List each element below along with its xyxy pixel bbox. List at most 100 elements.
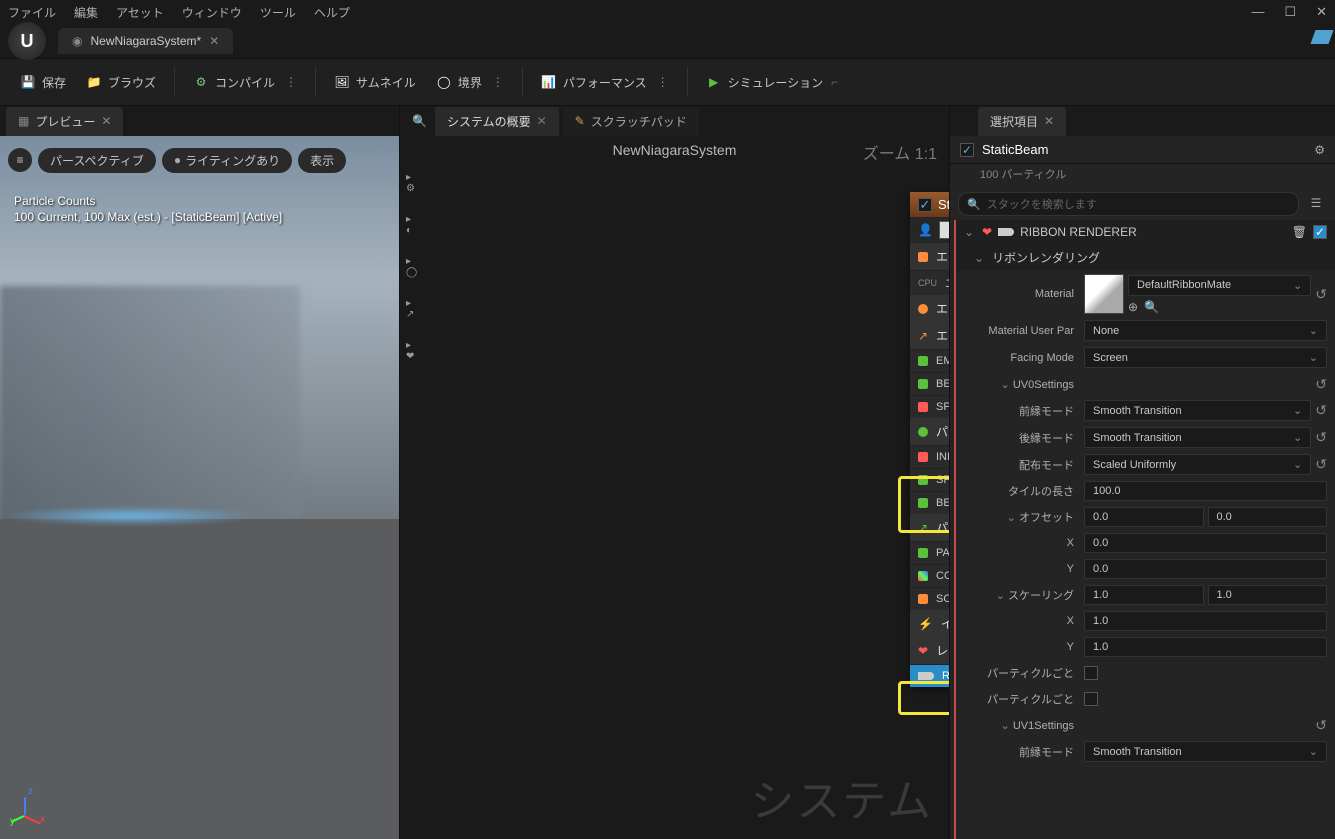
- close-tab-icon[interactable]: ✕: [209, 34, 219, 48]
- tab-scratch-pad[interactable]: ✎スクラッチパッド: [563, 107, 699, 136]
- viewport-menu-button[interactable]: ≡: [8, 148, 32, 172]
- row-emitter-properties[interactable]: CPUエミッタのプロパティ: [910, 270, 949, 295]
- section-rendering[interactable]: ❤レンダリング⊕: [910, 637, 949, 664]
- scale-x-input[interactable]: 1.0: [1084, 585, 1204, 605]
- section-emitter-update[interactable]: ↗エミッタの更新⊕: [910, 322, 949, 349]
- section-particle-spawn[interactable]: パーティクルのスポーン⊕: [910, 418, 949, 445]
- reset-icon[interactable]: ↺: [1315, 402, 1327, 419]
- category-ribbon-renderer[interactable]: ⌄ ❤ RIBBON RENDERER 🗑✓: [956, 220, 1335, 244]
- renderer-checkbox[interactable]: ✓: [1313, 225, 1327, 239]
- reset-icon[interactable]: ↺: [1315, 717, 1327, 734]
- trailing-dropdown[interactable]: Smooth Transition⌄: [1084, 427, 1311, 448]
- section-emitter-spawn[interactable]: エミッタのスポーン⊕: [910, 295, 949, 322]
- simulation-button[interactable]: ▶シミュレーション⌐: [696, 68, 849, 97]
- checkbox[interactable]: [1084, 666, 1098, 680]
- perspective-dropdown[interactable]: パースペクティブ: [38, 148, 156, 173]
- thumbnail-button[interactable]: 🖼サムネイル: [324, 68, 426, 97]
- emitter-thumbnail[interactable]: [939, 221, 949, 239]
- node-graph[interactable]: ▸ ⚙ ▸ ◐ ▸ ◯ ▸ ↗ ▸ ❤ ✓ StaticBeam 👤 エミッタの…: [400, 164, 949, 839]
- menu-tool[interactable]: ツール: [260, 4, 296, 21]
- dist-dropdown[interactable]: Scaled Uniformly⌄: [1084, 454, 1311, 475]
- maximize-button[interactable]: ☐: [1284, 4, 1296, 20]
- browse-button[interactable]: 📁ブラウズ: [76, 68, 166, 97]
- section-emitter-settings[interactable]: エミッタの設定: [910, 243, 949, 270]
- row-beam-emitter-setup[interactable]: BEAM EMITTER SETUP✓: [910, 372, 949, 395]
- y-input[interactable]: 0.0: [1084, 559, 1327, 579]
- leading-dropdown[interactable]: Smooth Transition⌄: [1084, 400, 1311, 421]
- close-icon[interactable]: ✕: [101, 114, 111, 128]
- chevron-down-icon[interactable]: ⋮: [657, 75, 669, 89]
- ue-logo-icon[interactable]: U: [8, 22, 46, 60]
- menu-file[interactable]: ファイル: [8, 4, 56, 21]
- checkbox[interactable]: [1084, 692, 1098, 706]
- reset-icon[interactable]: ↺: [1315, 429, 1327, 446]
- material-user-dropdown[interactable]: None⌄: [1084, 320, 1327, 341]
- close-button[interactable]: ✕: [1316, 4, 1327, 20]
- row-initialize-particle[interactable]: INITIALIZE PARTICLE✓: [910, 445, 949, 468]
- reset-icon[interactable]: ↺: [1315, 376, 1327, 393]
- axis-gizmo[interactable]: z x y: [10, 789, 50, 829]
- chevron-down-icon[interactable]: ⌄: [974, 251, 986, 265]
- prop-uv0-settings[interactable]: ⌄ UV0Settings ↺: [956, 371, 1335, 397]
- section-particle-update[interactable]: ↗パーティクル更新⊕: [910, 514, 949, 541]
- material-dropdown[interactable]: DefaultRibbonMate⌄: [1128, 275, 1311, 296]
- rail-expand-icon[interactable]: ▸ ❤: [406, 340, 414, 362]
- emitter-checkbox[interactable]: ✓: [960, 143, 974, 157]
- row-spawn-burst[interactable]: SPAWN BURST INSTANTANEOUS✓: [910, 395, 949, 418]
- row-ribbon-renderer[interactable]: RIBBON RENDERER✓: [910, 664, 949, 687]
- rail-expand-icon[interactable]: ▸ ◯: [406, 256, 414, 278]
- emitter-node-staticbeam[interactable]: ✓ StaticBeam 👤 エミッタの設定 CPUエミッタのプロパティ エミッ…: [910, 192, 949, 687]
- emitter-header[interactable]: ✓ StaticBeam: [910, 192, 949, 217]
- close-icon[interactable]: ✕: [537, 114, 547, 128]
- chevron-down-icon[interactable]: ⋮: [285, 75, 297, 89]
- chevron-down-icon[interactable]: ⌄: [964, 225, 976, 239]
- asset-tab[interactable]: ◉ NewNiagaraSystem* ✕: [58, 28, 233, 54]
- rail-expand-icon[interactable]: ▸ ◐: [406, 214, 414, 236]
- menu-asset[interactable]: アセット: [116, 4, 164, 21]
- minimize-button[interactable]: —: [1251, 4, 1264, 20]
- reset-icon[interactable]: ↺: [1315, 286, 1327, 303]
- viewport[interactable]: ≡ パースペクティブ ●ライティングあり 表示 Particle Counts …: [0, 136, 399, 839]
- bounds-button[interactable]: ◯境界⋮: [426, 68, 514, 97]
- row-color[interactable]: COLOR✓: [910, 564, 949, 587]
- search-input[interactable]: 🔍スタックを検索します: [958, 192, 1299, 216]
- offset-y-input[interactable]: 0.0: [1208, 507, 1328, 527]
- y-input[interactable]: 1.0: [1084, 637, 1327, 657]
- material-thumbnail[interactable]: [1084, 274, 1124, 314]
- facing-mode-dropdown[interactable]: Screen⌄: [1084, 347, 1327, 368]
- filter-button[interactable]: ☰: [1305, 192, 1327, 214]
- menu-edit[interactable]: 編集: [74, 4, 98, 21]
- row-beam-width[interactable]: BEAM WIDTH✓: [910, 491, 949, 514]
- chevron-down-icon[interactable]: ⌄: [998, 719, 1010, 732]
- emitter-enable-checkbox[interactable]: ✓: [918, 198, 932, 212]
- section-event-handler[interactable]: ⚡イベント ハンドラを追加⊕: [910, 610, 949, 637]
- menu-window[interactable]: ウィンドウ: [182, 4, 242, 21]
- preview-tab[interactable]: ▦ プレビュー ✕: [6, 107, 123, 136]
- search-icon[interactable]: 🔍: [408, 110, 431, 132]
- chevron-down-icon[interactable]: ⋮: [492, 75, 504, 89]
- scale-y-input[interactable]: 1.0: [1208, 585, 1328, 605]
- category-ribbon-rendering[interactable]: ⌄ リボンレンダリング: [956, 244, 1335, 271]
- chevron-down-icon[interactable]: ⌄: [1004, 511, 1016, 524]
- row-solve-forces[interactable]: SOLVE FORCES AND VELOCITY✓: [910, 587, 949, 610]
- uv1-leading-dropdown[interactable]: Smooth Transition⌄: [1084, 741, 1327, 762]
- tab-system-overview[interactable]: システムの概要✕: [435, 107, 559, 136]
- row-particle-state[interactable]: PARTICLE STATE✓: [910, 541, 949, 564]
- offset-x-input[interactable]: 0.0: [1084, 507, 1204, 527]
- prop-uv1-settings[interactable]: ⌄ UV1Settings ↺: [956, 712, 1335, 738]
- chevron-down-icon[interactable]: ⌄: [998, 378, 1010, 391]
- browse-asset-icon[interactable]: 🔍: [1144, 300, 1159, 314]
- performance-button[interactable]: 📊パフォーマンス⋮: [531, 68, 679, 97]
- chevron-down-icon[interactable]: ⌄: [993, 589, 1005, 602]
- save-button[interactable]: 💾保存: [10, 68, 76, 97]
- graduation-cap-icon[interactable]: [1310, 30, 1333, 44]
- prop-offset[interactable]: ⌄ オフセット 0.00.0: [956, 504, 1335, 530]
- row-emitter-state[interactable]: EMITTER STATE✓: [910, 349, 949, 372]
- x-input[interactable]: 0.0: [1084, 533, 1327, 553]
- trash-icon[interactable]: 🗑: [1292, 225, 1307, 239]
- compile-button[interactable]: ⚙コンパイル⋮: [183, 68, 307, 97]
- close-icon[interactable]: ✕: [1044, 114, 1054, 128]
- row-spawn-beam[interactable]: SPAWN BEAM✓: [910, 468, 949, 491]
- selection-tab[interactable]: 選択項目✕: [978, 107, 1066, 136]
- show-dropdown[interactable]: 表示: [298, 148, 346, 173]
